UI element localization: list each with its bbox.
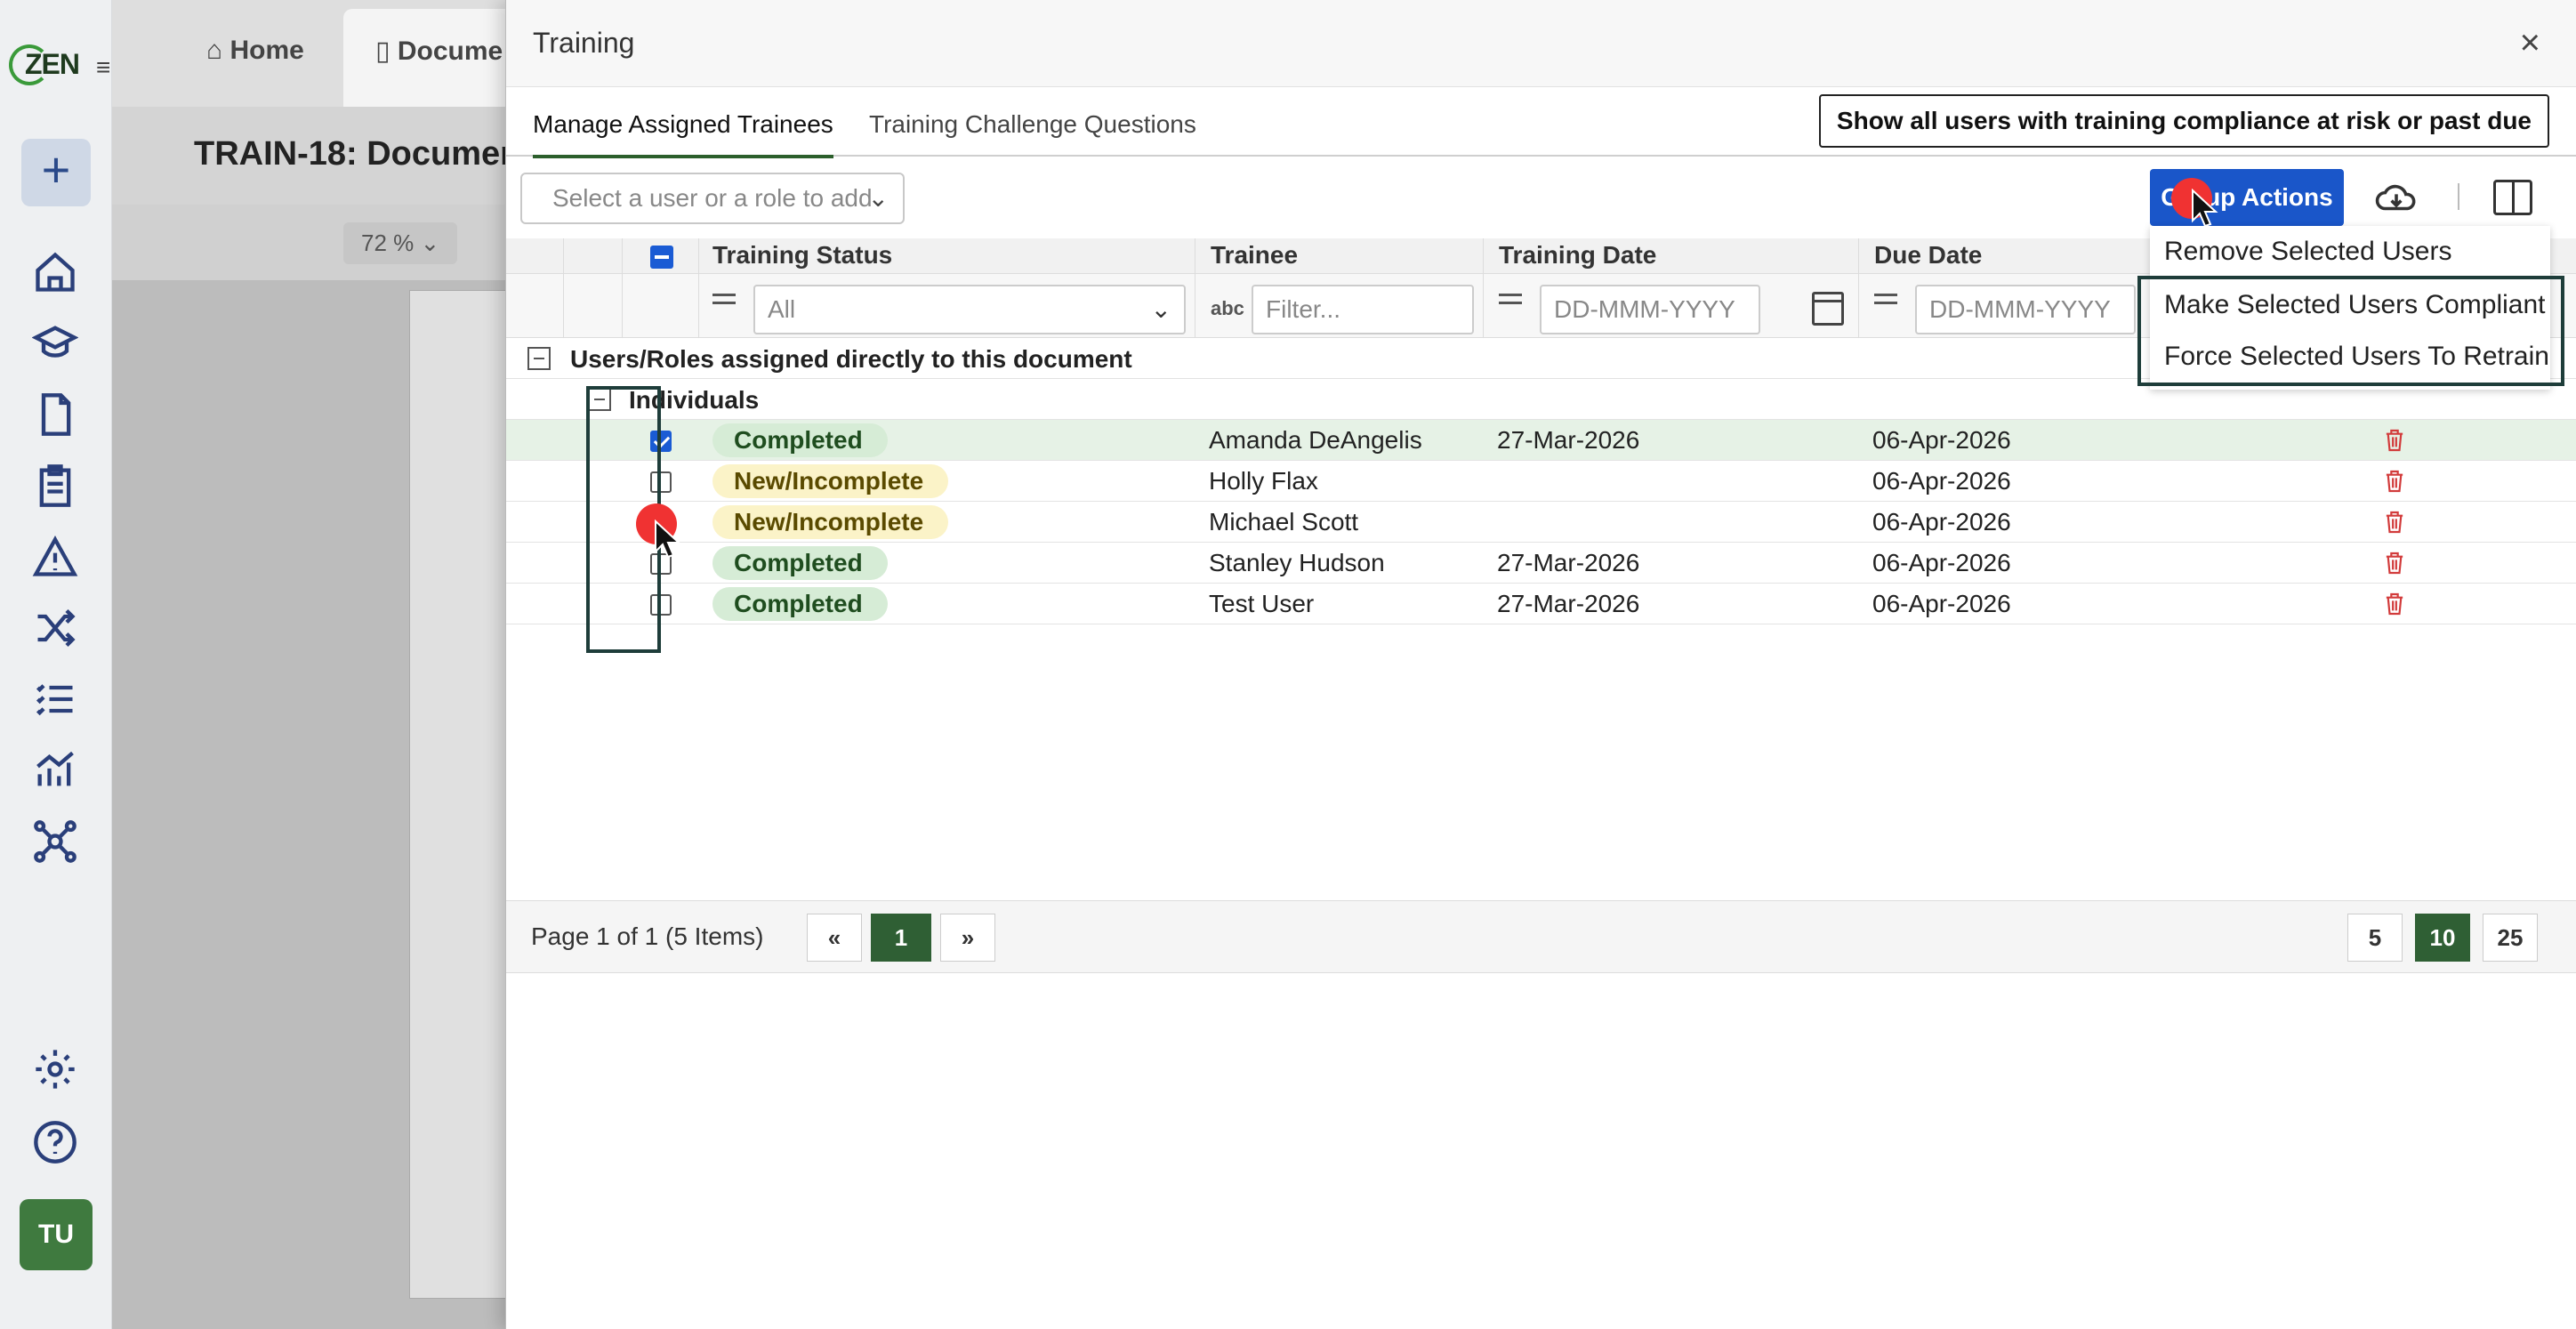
checklist-icon[interactable] (32, 676, 78, 722)
trainee-name: Stanley Hudson (1209, 549, 1385, 576)
chevron-down-icon: ⌄ (1150, 295, 1171, 323)
grid-pager: Page 1 of 1 (5 Items) « 1 » 5 10 25 (506, 900, 2576, 973)
analytics-icon[interactable] (32, 747, 78, 793)
status-badge: Completed (712, 423, 888, 457)
zen-logo[interactable]: ZEN (9, 39, 80, 87)
document-title: TRAIN-18: Document (194, 135, 533, 173)
trash-icon[interactable] (2385, 470, 2404, 493)
due-date: 06-Apr-2026 (1872, 467, 2011, 495)
prev-page-button[interactable]: « (807, 914, 862, 962)
cloud-download-icon[interactable] (2374, 178, 2419, 217)
status-badge: New/Incomplete (712, 505, 949, 539)
help-icon[interactable] (32, 1119, 78, 1165)
text-filter-icon[interactable]: abc (1211, 297, 1244, 320)
trash-icon[interactable] (2385, 552, 2404, 575)
training-modal: Training × Manage Assigned Trainees Trai… (505, 0, 2576, 1329)
select-all-checkbox[interactable] (650, 246, 673, 269)
column-header-training-status[interactable]: Training Status (704, 238, 892, 272)
trash-icon[interactable] (2385, 429, 2404, 452)
training-date-filter-input[interactable]: DD-MMM-YYYY (1540, 285, 1760, 334)
column-divider (1858, 238, 1859, 338)
table-row[interactable]: New/Incomplete Michael Scott 06-Apr-2026 (506, 502, 2576, 543)
network-icon[interactable] (32, 818, 78, 865)
table-row[interactable]: Completed Stanley Hudson 27-Mar-2026 06-Apr… (506, 543, 2576, 584)
user-avatar[interactable]: TU (20, 1199, 93, 1270)
column-header-due-date[interactable]: Due Date (1865, 238, 1982, 272)
column-header-training-date[interactable]: Training Date (1490, 238, 1656, 272)
collapse-group-icon[interactable] (527, 347, 551, 370)
table-row[interactable]: New/Incomplete Holly Flax 06-Apr-2026 (506, 461, 2576, 502)
pager-summary: Page 1 of 1 (5 Items) (531, 922, 764, 950)
page-size-10-button[interactable]: 10 (2415, 914, 2470, 962)
column-layout-icon[interactable] (2493, 180, 2532, 215)
due-date: 06-Apr-2026 (1872, 508, 2011, 536)
shuffle-icon[interactable] (32, 605, 78, 651)
status-badge: Completed (712, 546, 888, 580)
training-cap-icon[interactable] (31, 320, 79, 366)
chevron-down-icon: ⌄ (867, 184, 889, 212)
toolbar-divider (2458, 183, 2459, 210)
menu-highlight-box (2137, 276, 2564, 386)
calendar-icon[interactable] (1812, 292, 1844, 326)
trainee-filter-input[interactable]: Filter... (1252, 285, 1474, 334)
zoom-select[interactable]: 72 % ⌄ (343, 222, 458, 264)
warning-icon[interactable] (32, 534, 78, 580)
training-date: 27-Mar-2026 (1497, 426, 1640, 454)
page-size-25-button[interactable]: 25 (2483, 914, 2538, 962)
add-user-role-select[interactable]: Select a user or a role to add ⌄ (520, 173, 905, 224)
trash-icon[interactable] (2385, 511, 2404, 534)
home-tab-icon: ⌂ (206, 36, 230, 65)
training-date: 27-Mar-2026 (1497, 590, 1640, 617)
status-filter-select[interactable]: All ⌄ (753, 285, 1186, 334)
clipboard-icon[interactable] (32, 463, 78, 509)
tab-training-challenge-questions[interactable]: Training Challenge Questions (869, 110, 1196, 155)
logo-text: ZEN (25, 48, 80, 80)
equals-operator-icon[interactable] (1874, 294, 1897, 304)
settings-gear-icon[interactable] (32, 1046, 78, 1092)
tab-home[interactable]: ⌂ Home (174, 9, 336, 107)
mouse-cursor-icon (2192, 189, 2218, 228)
show-at-risk-users-button[interactable]: Show all users with training compliance … (1818, 94, 2549, 148)
modal-title: Training (533, 27, 635, 59)
column-divider (622, 238, 623, 338)
trainee-name: Test User (1209, 590, 1315, 617)
column-divider (698, 238, 699, 338)
equals-operator-icon[interactable] (1499, 294, 1522, 304)
mouse-cursor-icon (655, 520, 681, 559)
due-date: 06-Apr-2026 (1872, 549, 2011, 576)
next-page-button[interactable]: » (940, 914, 995, 962)
home-icon[interactable] (32, 249, 78, 295)
table-row[interactable]: Completed Amanda DeAngelis 27-Mar-2026 06-A… (506, 420, 2576, 461)
document-tab-icon: ▯ (375, 36, 398, 66)
trash-icon[interactable] (2385, 592, 2404, 616)
modal-tabs: Manage Assigned Trainees Training Challe… (506, 87, 2576, 158)
group-label: Users/Roles assigned directly to this do… (570, 345, 1132, 373)
trainee-name: Michael Scott (1209, 508, 1359, 536)
hamburger-menu-icon[interactable]: ≡ (96, 53, 110, 82)
page-1-button[interactable]: 1 (871, 914, 931, 962)
close-icon[interactable]: × (2520, 23, 2540, 63)
status-badge: Completed (712, 587, 888, 621)
document-icon[interactable] (32, 391, 78, 438)
tab-manage-assigned-trainees[interactable]: Manage Assigned Trainees (533, 110, 833, 158)
trainee-name: Holly Flax (1209, 467, 1318, 495)
status-badge: New/Incomplete (712, 464, 949, 498)
training-date: 27-Mar-2026 (1497, 549, 1640, 576)
trainee-name: Amanda DeAngelis (1209, 426, 1422, 454)
due-date: 06-Apr-2026 (1872, 590, 2011, 617)
modal-header: Training × (506, 0, 2576, 87)
menu-item-remove-selected-users[interactable]: Remove Selected Users (2150, 226, 2550, 278)
column-divider (1483, 238, 1484, 338)
column-divider (563, 238, 564, 338)
app-sidebar: ZEN ≡ + TU (0, 0, 112, 1329)
create-new-button[interactable]: + (21, 139, 91, 206)
table-row[interactable]: Completed Test User 27-Mar-2026 06-Apr-2026 (506, 584, 2576, 624)
due-date: 06-Apr-2026 (1872, 426, 2011, 454)
due-date-filter-input[interactable]: DD-MMM-YYYY (1915, 285, 2136, 334)
equals-operator-icon[interactable] (712, 294, 736, 304)
column-header-trainee[interactable]: Trainee (1202, 238, 1298, 272)
page-size-5-button[interactable]: 5 (2347, 914, 2403, 962)
